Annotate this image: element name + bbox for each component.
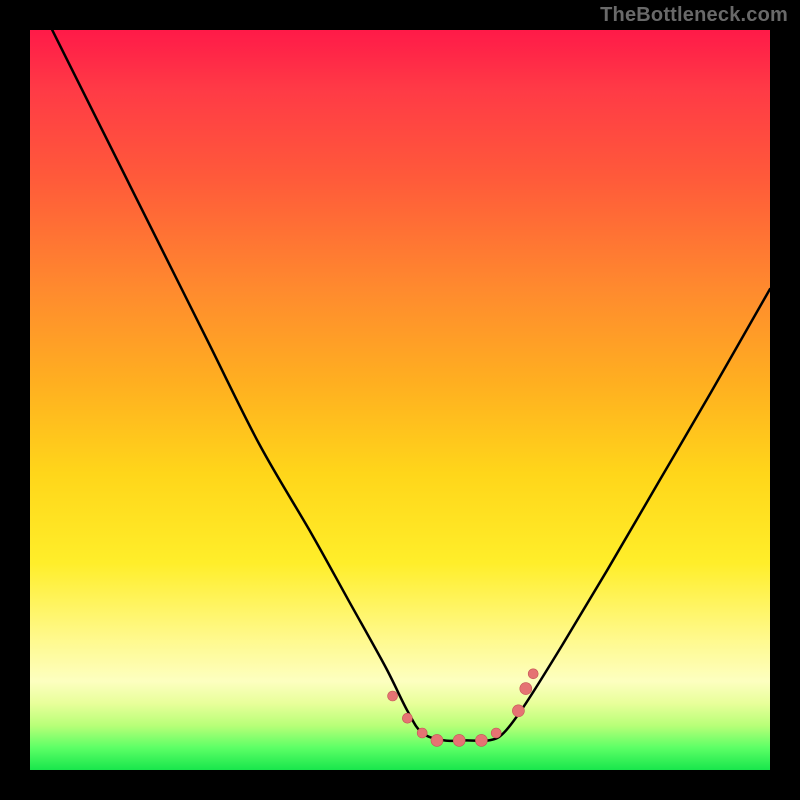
- attribution-text: TheBottleneck.com: [600, 4, 788, 27]
- curve-marker: [402, 713, 412, 723]
- plot-area: [30, 30, 770, 770]
- bottleneck-curve: [52, 30, 770, 741]
- curve-marker: [491, 728, 501, 738]
- curve-marker: [528, 669, 538, 679]
- curve-marker: [512, 705, 524, 717]
- curve-markers: [388, 669, 539, 747]
- curve-svg: [30, 30, 770, 770]
- chart-frame: TheBottleneck.com: [0, 0, 800, 800]
- curve-marker: [431, 734, 443, 746]
- curve-marker: [520, 683, 532, 695]
- curve-marker: [417, 728, 427, 738]
- curve-marker: [388, 691, 398, 701]
- curve-marker: [453, 734, 465, 746]
- curve-marker: [475, 734, 487, 746]
